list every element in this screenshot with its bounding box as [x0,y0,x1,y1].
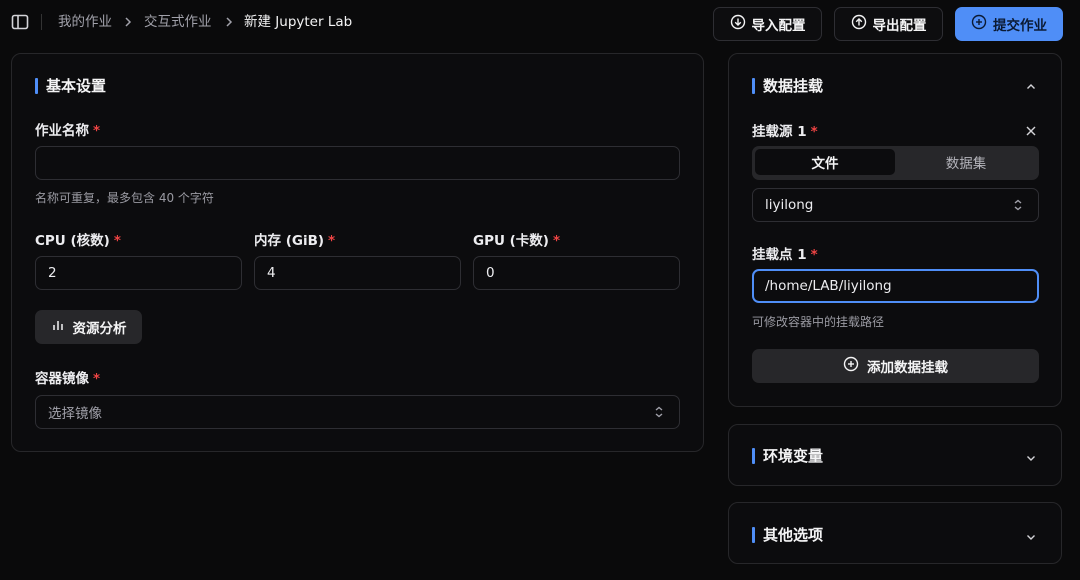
submit-job-button[interactable]: 提交作业 [955,7,1063,41]
job-name-input[interactable] [35,146,680,180]
section-accent-bar [35,77,38,94]
mount-source-select[interactable]: liyilong [752,188,1039,222]
gpu-label: GPU (卡数) * [473,229,560,249]
basic-settings-title-text: 基本设置 [46,77,107,95]
container-image-label-text: 容器镜像 [35,371,89,387]
job-name-hint: 名称可重复，最多包含 40 个字符 [35,191,214,205]
import-config-button[interactable]: 导入配置 [713,7,822,41]
header-divider [41,14,42,30]
gpu-input[interactable]: 0 [473,256,680,290]
required-mark: * [93,371,101,387]
job-name-label: 作业名称 * [35,119,100,139]
basic-settings-title: 基本设置 [35,75,106,96]
data-mount-title-text: 数据挂载 [763,77,824,95]
sidebar-toggle-icon[interactable] [10,12,30,32]
gpu-label-text: GPU (卡数) [473,233,549,249]
tab-file[interactable]: 文件 [755,149,895,175]
close-icon[interactable] [1025,122,1037,136]
breadcrumb-my-jobs[interactable]: 我的作业 [58,12,112,32]
mount-type-toggle: 文件 数据集 [752,146,1039,180]
data-mount-title[interactable]: 数据挂载 [752,75,823,96]
add-data-mount-label: 添加数据挂载 [867,360,948,376]
tab-dataset[interactable]: 数据集 [896,149,1036,175]
memory-label: 内存 (GiB) * [254,229,335,249]
memory-label-text: 内存 (GiB) [254,233,325,249]
cpu-input[interactable]: 2 [35,256,242,290]
mount-source-value: liyilong [765,197,814,213]
add-data-mount-button[interactable]: 添加数据挂载 [752,349,1039,383]
breadcrumb-interactive-jobs[interactable]: 交互式作业 [144,12,212,32]
resource-analysis-label: 资源分析 [72,321,127,337]
mount-point-label: 挂载点 1 * [752,243,818,263]
chevron-down-icon[interactable] [1025,528,1037,540]
mount-source-label: 挂载源 1 * [752,120,818,140]
mount-source-label-text: 挂载源 1 [752,124,807,140]
mount-point-label-text: 挂载点 1 [752,247,807,263]
required-mark: * [552,233,561,249]
other-options-title[interactable]: 其他选项 [752,524,823,545]
chevron-right-icon [224,13,236,31]
env-vars-title-text: 环境变量 [763,447,824,465]
bar-chart-icon [51,318,65,336]
chevron-up-down-icon [1012,198,1024,212]
required-mark: * [93,123,101,139]
container-image-label: 容器镜像 * [35,367,100,387]
resource-analysis-button[interactable]: 资源分析 [35,310,142,344]
export-config-label: 导出配置 [872,18,927,34]
plus-circle-icon [971,14,987,34]
memory-input[interactable]: 4 [254,256,461,290]
export-config-button[interactable]: 导出配置 [834,7,943,41]
mount-point-value: /home/LAB/liyilong [765,278,892,294]
arrow-up-circle-icon [851,14,867,34]
chevron-up-down-icon [653,405,665,419]
chevron-up-icon[interactable] [1025,78,1037,90]
container-image-placeholder: 选择镜像 [48,406,102,422]
required-mark: * [113,233,121,249]
required-mark: * [328,233,336,249]
chevron-down-icon[interactable] [1025,449,1037,461]
mount-point-hint: 可修改容器中的挂载路径 [752,315,885,329]
submit-job-label: 提交作业 [993,18,1047,34]
chevron-right-icon [123,13,135,31]
job-name-label-text: 作业名称 [35,123,89,139]
section-accent-bar [752,77,755,94]
container-image-select[interactable]: 选择镜像 [35,395,680,429]
plus-circle-icon [843,356,859,376]
section-accent-bar [752,526,755,543]
env-vars-title[interactable]: 环境变量 [752,445,823,466]
other-options-title-text: 其他选项 [763,526,824,544]
mount-point-input[interactable]: /home/LAB/liyilong [752,269,1039,303]
basic-settings-card [11,53,704,452]
import-config-label: 导入配置 [751,18,806,34]
required-mark: * [810,124,818,140]
breadcrumb-current: 新建 Jupyter Lab [244,14,353,30]
section-accent-bar [752,447,755,464]
required-mark: * [810,247,818,263]
cpu-label-text: CPU (核数) [35,233,110,249]
arrow-down-circle-icon [730,14,746,34]
cpu-label: CPU (核数) * [35,229,121,249]
